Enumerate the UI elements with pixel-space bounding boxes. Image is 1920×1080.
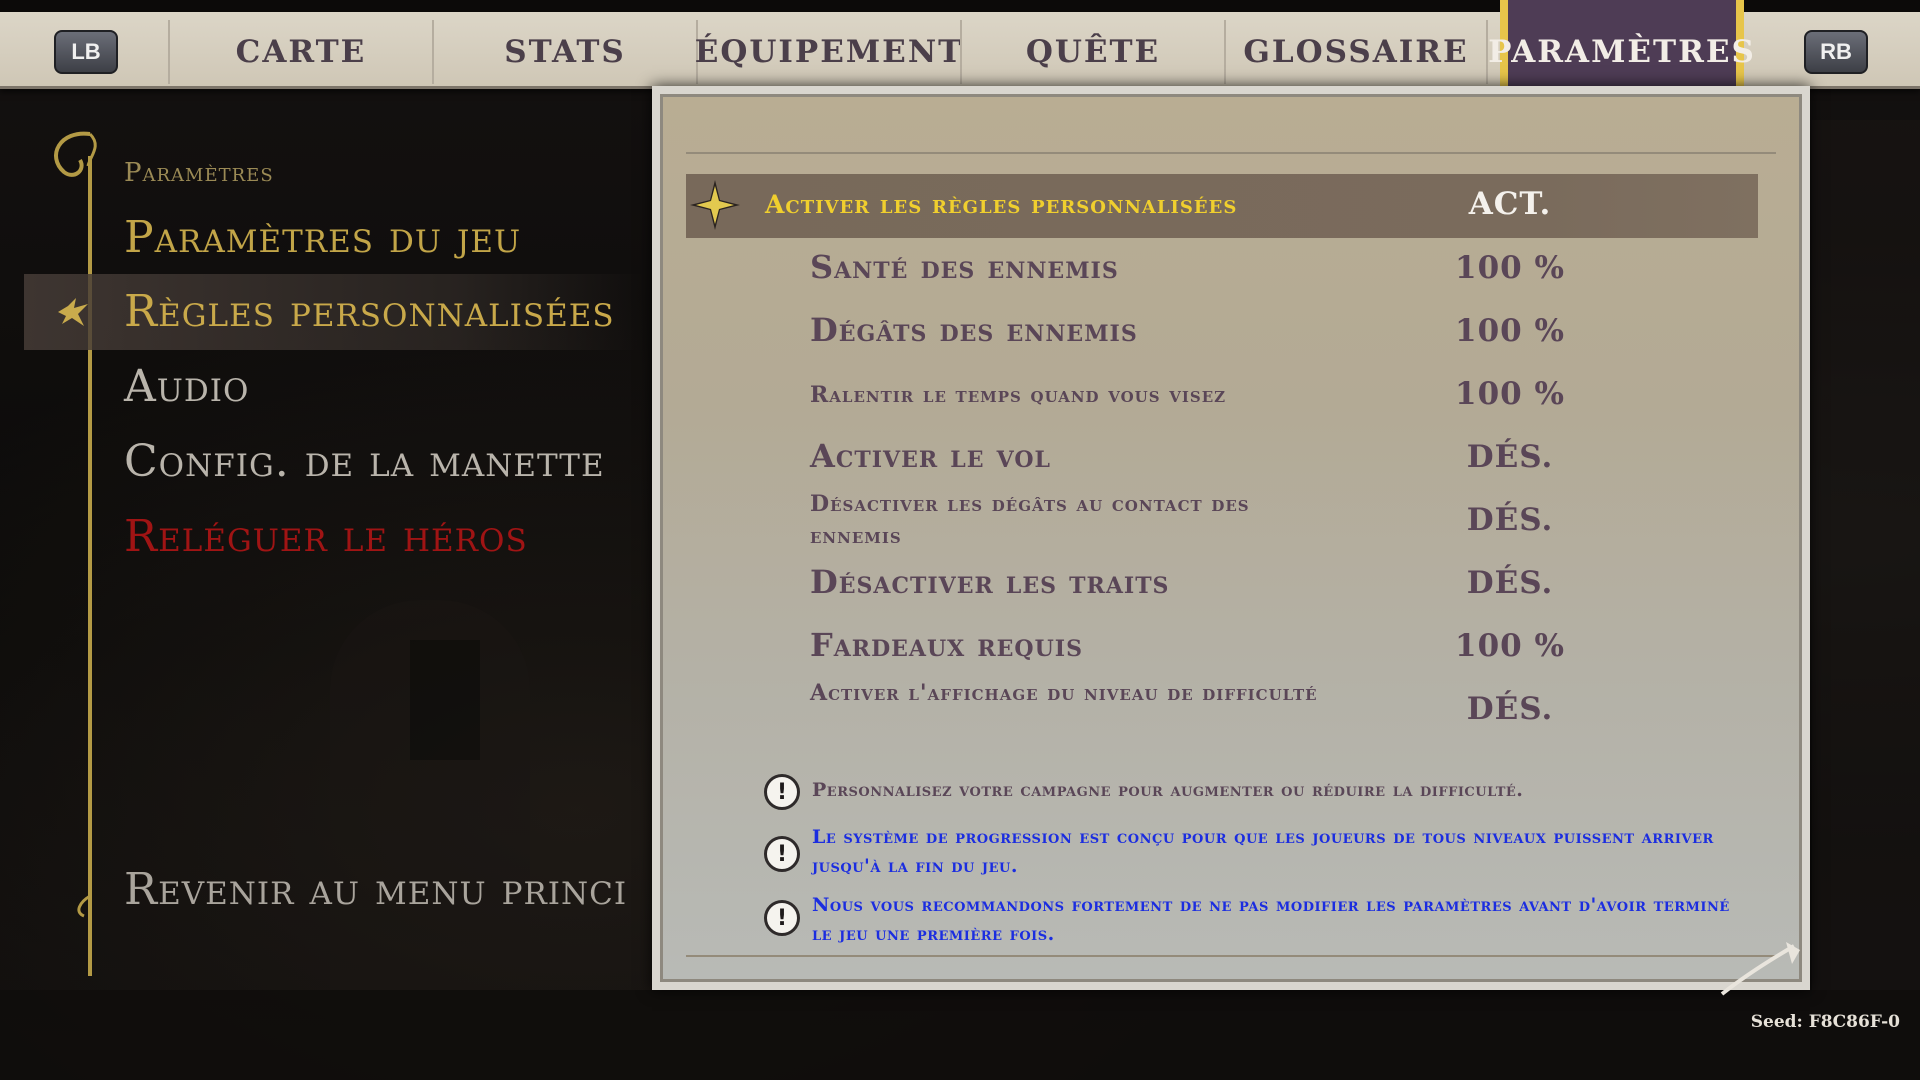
seed-label: Seed: F8C86F-0 xyxy=(1750,1012,1900,1032)
setting-label-disable-contact-damage: Désactiver les dégâts au contact des enn… xyxy=(810,491,1250,549)
setting-value-enemy-health[interactable]: 100 % xyxy=(1448,250,1572,286)
sidebar-item-label: Audio xyxy=(124,361,250,412)
return-label: Revenir au menu princi xyxy=(124,864,628,915)
setting-value-enable-custom-rules[interactable]: ACT. xyxy=(1448,186,1572,222)
setting-value-enemy-damage[interactable]: 100 % xyxy=(1448,313,1572,349)
sidebar-item-label: Reléguer le héros xyxy=(124,511,528,562)
info-icon: ! xyxy=(764,900,800,936)
sidebar-item-custom-rules[interactable]: Règles personnalisées xyxy=(124,286,615,337)
setting-label-enemy-health: Santé des ennemis xyxy=(810,248,1119,286)
lb-bumper-button[interactable]: LB xyxy=(54,30,118,74)
setting-value-disable-contact-damage[interactable]: DÉS. xyxy=(1448,502,1572,538)
setting-label-enable-custom-rules: Activer les règles personnalisées xyxy=(765,190,1238,219)
notice-text: Nous vous recommandons fortement de ne p… xyxy=(812,894,1730,945)
setting-label-enemy-damage: Dégâts des ennemis xyxy=(810,311,1138,349)
info-icon: ! xyxy=(764,774,800,810)
notice-text: Le système de progression est conçu pour… xyxy=(812,826,1714,877)
sidebar-item-label: Règles personnalisées xyxy=(124,286,615,337)
sidebar-item-game-settings[interactable]: Paramètres du jeu xyxy=(124,212,521,263)
sidebar-item-controller-config[interactable]: Config. de la manette xyxy=(124,436,605,487)
tab-carte[interactable]: CARTE xyxy=(168,20,432,84)
setting-label-enable-flight: Activer le vol xyxy=(810,437,1051,475)
bird-cursor-icon xyxy=(58,298,88,326)
rb-bumper-button[interactable]: RB xyxy=(1804,30,1868,74)
setting-value-show-difficulty-level[interactable]: DÉS. xyxy=(1448,691,1572,727)
setting-value-slow-time-aiming[interactable]: 100 % xyxy=(1448,376,1572,412)
decorative-vine-icon xyxy=(54,131,97,976)
sidebar-item-audio[interactable]: Audio xyxy=(124,361,249,412)
panel-divider xyxy=(686,955,1776,957)
notice-text: Personnalisez votre campagne pour augmen… xyxy=(812,779,1524,801)
tab-parametres[interactable]: PARAMÈTRES xyxy=(1488,20,1754,84)
star-cursor-icon xyxy=(690,180,740,230)
setting-label-slow-time-aiming: Ralentir le temps quand vous visez xyxy=(810,382,1227,408)
setting-value-required-burdens[interactable]: 100 % xyxy=(1448,628,1572,664)
setting-label-disable-traits: Désactiver les traits xyxy=(810,563,1170,601)
sidebar-item-label: Paramètres du jeu xyxy=(124,212,522,263)
sidebar-item-retire-hero[interactable]: Reléguer le héros xyxy=(124,511,528,562)
setting-value-enable-flight[interactable]: DÉS. xyxy=(1448,439,1572,475)
return-to-main-menu-button[interactable]: Revenir au menu princi xyxy=(124,864,627,915)
panel-divider xyxy=(686,152,1776,154)
tab-equipement[interactable]: ÉQUIPEMENT xyxy=(695,20,961,84)
tab-glossaire[interactable]: GLOSSAIRE xyxy=(1224,20,1488,84)
tab-stats[interactable]: STATS xyxy=(432,20,696,84)
setting-label-required-burdens: Fardeaux requis xyxy=(810,626,1083,664)
sidebar-heading: Paramètres xyxy=(124,158,274,188)
setting-label-show-difficulty-level: Activer l'affichage du niveau de difficu… xyxy=(810,680,1318,706)
sidebar-item-label: Config. de la manette xyxy=(124,436,605,487)
info-icon: ! xyxy=(764,836,800,872)
quill-icon xyxy=(1720,942,1800,996)
setting-value-disable-traits[interactable]: DÉS. xyxy=(1448,565,1572,601)
tab-quete[interactable]: QUÊTE xyxy=(960,20,1224,84)
